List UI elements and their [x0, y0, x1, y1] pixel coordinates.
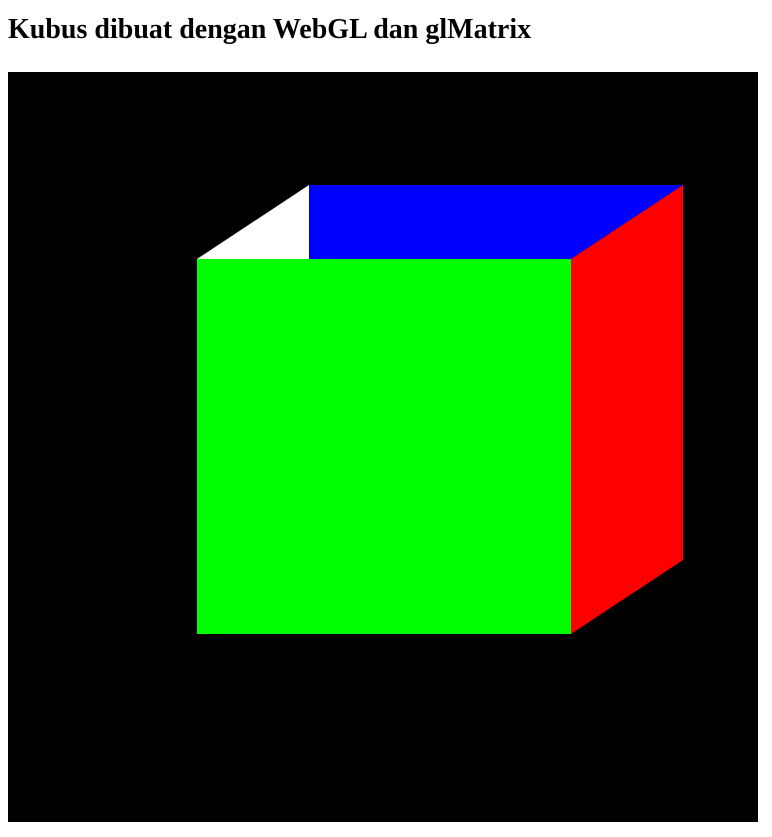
- cube-render: [8, 72, 758, 822]
- cube-right-face: [571, 185, 683, 634]
- cube-front-face: [197, 259, 571, 634]
- webgl-canvas[interactable]: [8, 72, 758, 822]
- page-title: Kubus dibuat dengan WebGL dan glMatrix: [8, 14, 532, 45]
